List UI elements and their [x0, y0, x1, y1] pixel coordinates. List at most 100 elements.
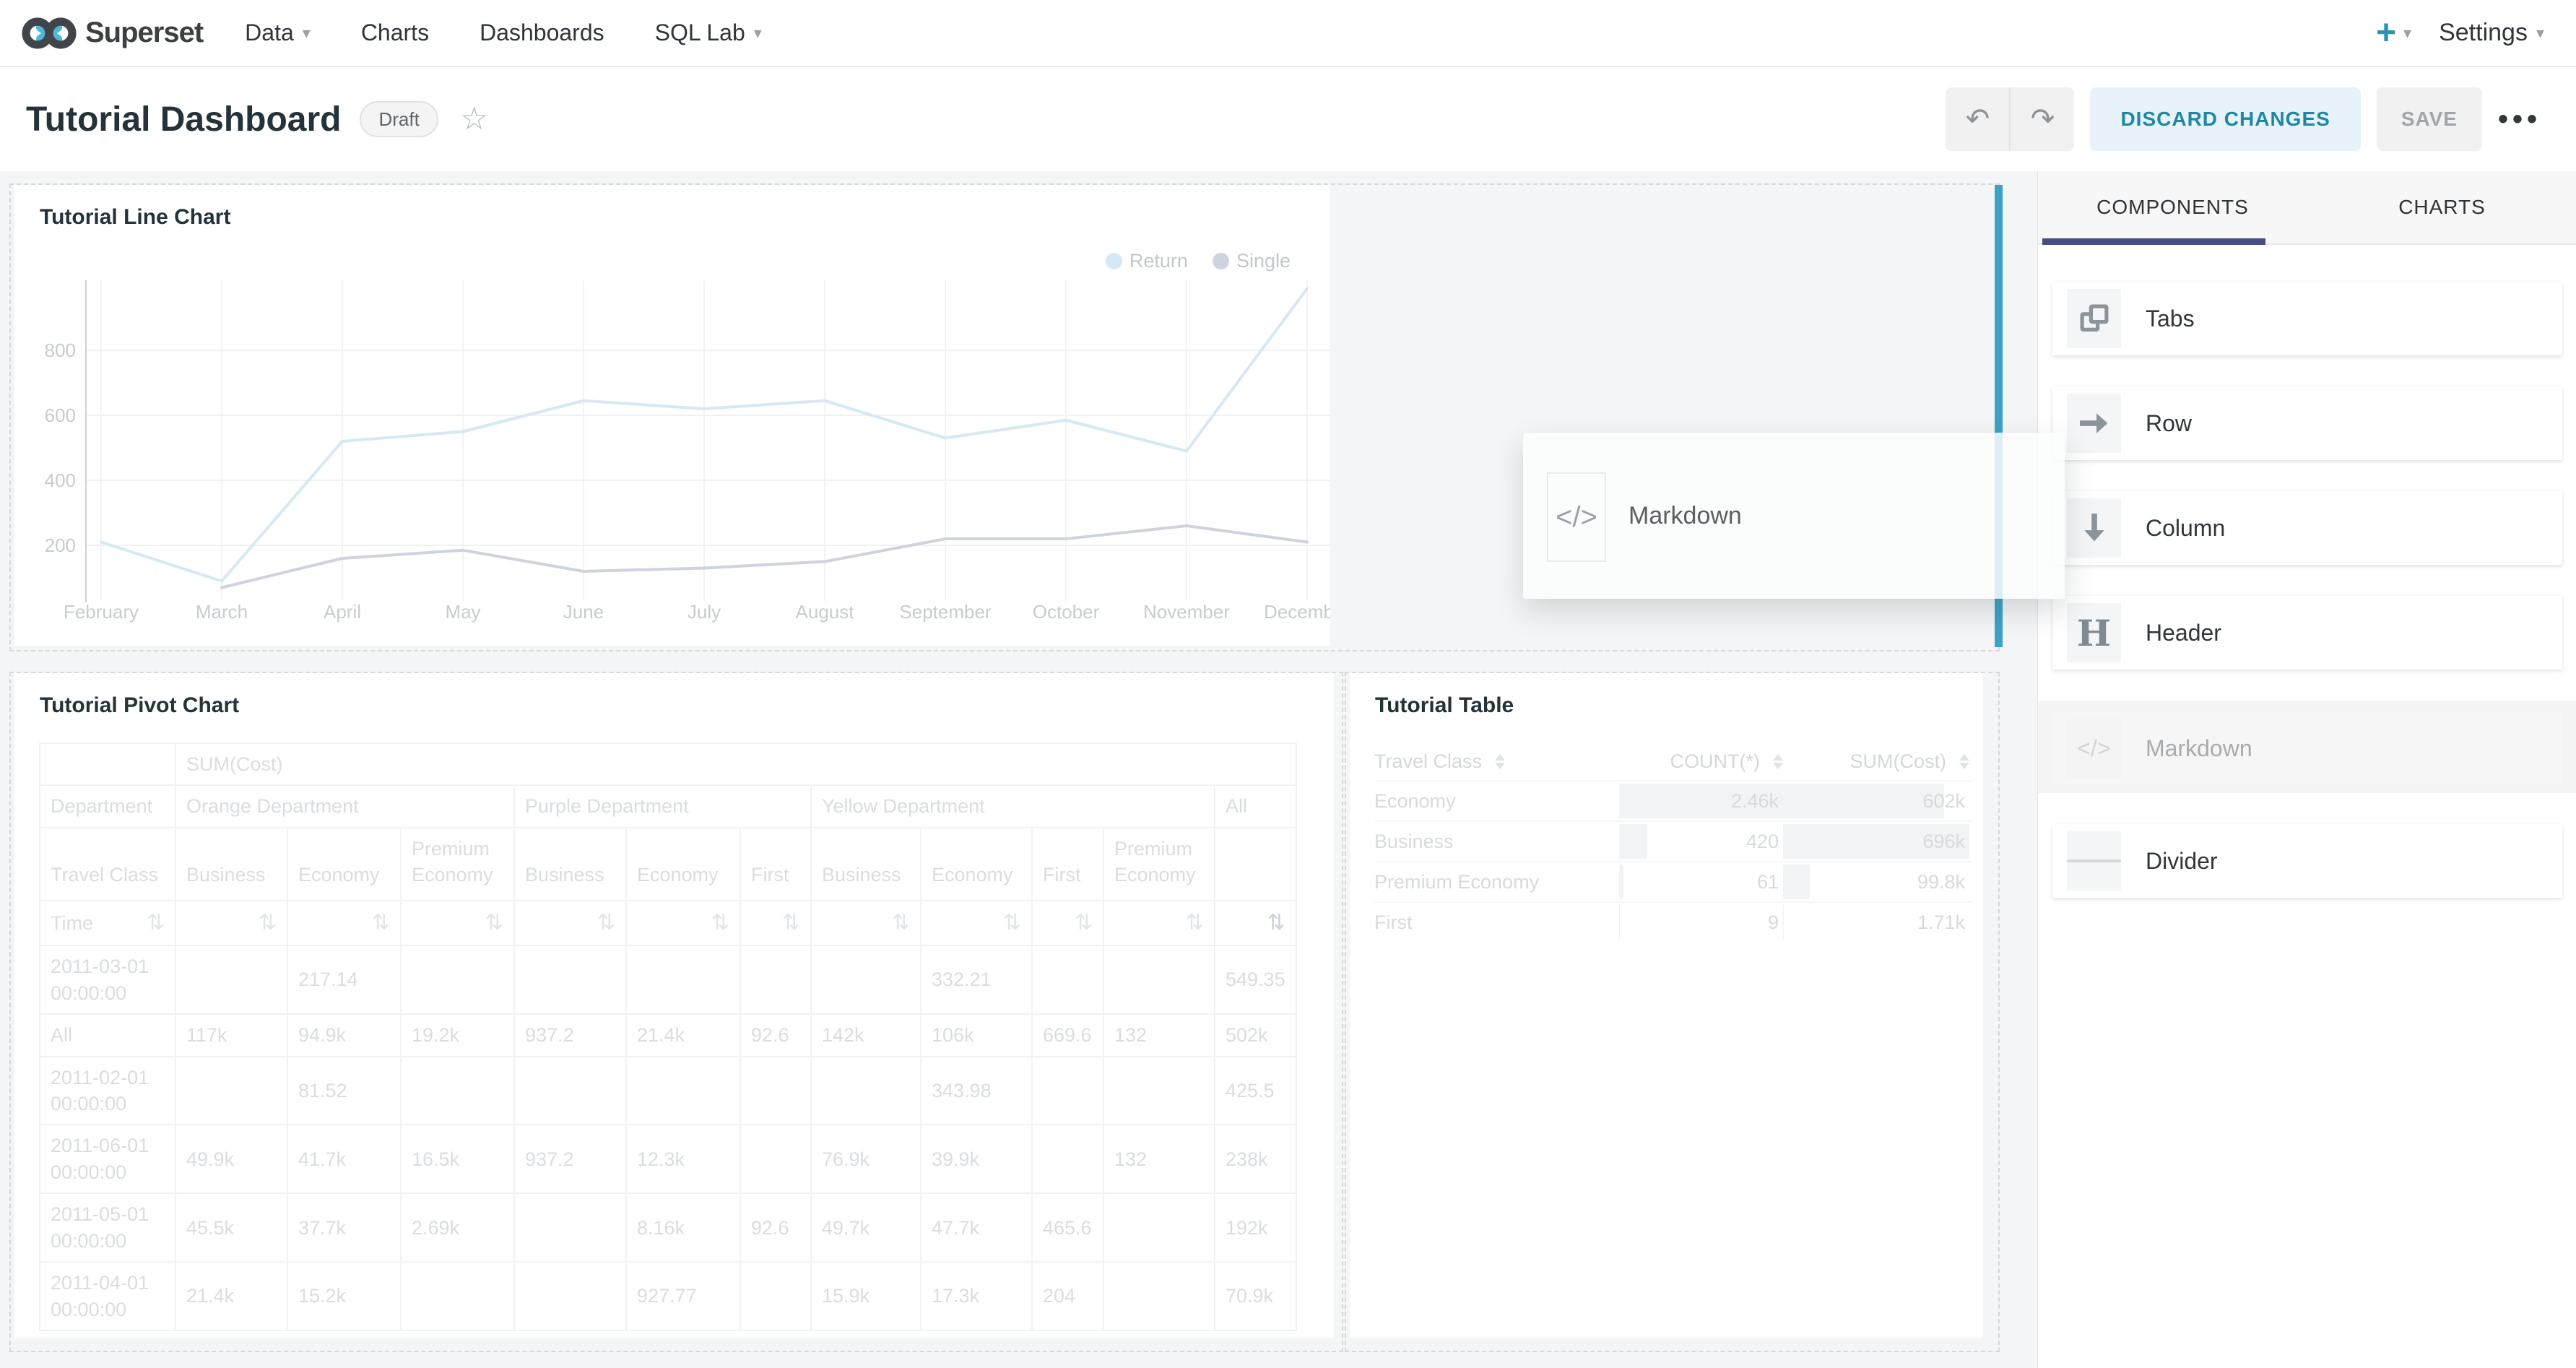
pivot-value-cell: 937.2 — [514, 1014, 626, 1056]
y-axis-label: 200 — [45, 534, 76, 556]
column-header-label: SUM(Cost) — [1850, 750, 1951, 773]
cell-value: First — [1374, 912, 1416, 934]
pivot-group-header: Purple Department — [514, 785, 811, 827]
sort-icon[interactable] — [1773, 754, 1783, 769]
sort-icon[interactable] — [1959, 754, 1969, 769]
pivot-value-cell — [514, 1262, 626, 1330]
nav-item-dashboards[interactable]: Dashboards — [480, 20, 604, 46]
x-axis-label: November — [1143, 601, 1230, 623]
pivot-value-cell: 94.9k — [287, 1014, 401, 1056]
pivot-column-header: Premium Economy — [1103, 828, 1215, 901]
column-icon — [2067, 498, 2121, 558]
sort-icon[interactable]: ⇅ — [1032, 901, 1103, 946]
pivot-value-cell: 49.9k — [175, 1125, 287, 1193]
data-table: Travel ClassCOUNT(*)SUM(Cost)Economy2.46… — [1374, 743, 1972, 942]
pivot-value-cell — [401, 1262, 514, 1330]
pivot-time-value: 2011-03-01 00:00:00 — [40, 945, 175, 1014]
redo-button[interactable]: ↷ — [2011, 87, 2074, 151]
pivot-value-cell — [626, 1057, 740, 1125]
superset-logo[interactable]: Superset — [22, 16, 203, 51]
top-navbar: Superset Data▾ChartsDashboardsSQL Lab▾ +… — [0, 0, 2576, 67]
pivot-metric-header: SUM(Cost) — [175, 743, 1296, 785]
pivot-chart-card[interactable]: Tutorial Pivot Chart SUM(Cost)Department… — [14, 673, 1334, 1338]
sort-icon[interactable]: ⇅ — [921, 901, 1032, 946]
sidebar-draggable-divider[interactable]: Divider — [2052, 824, 2562, 898]
pivot-value-cell — [401, 1057, 514, 1125]
tab-components[interactable]: COMPONENTS — [2038, 171, 2307, 243]
chevron-down-icon: ▾ — [2403, 25, 2411, 41]
undo-redo-group: ↶ ↷ — [1946, 87, 2074, 151]
nav-item-charts[interactable]: Charts — [361, 20, 429, 46]
pivot-value-cell: 669.6 — [1032, 1014, 1103, 1056]
cell-value: Business — [1374, 831, 1458, 853]
sort-icon[interactable]: ⇅ — [287, 901, 401, 946]
divider-icon — [2067, 831, 2121, 891]
pivot-value-cell: 132 — [1103, 1125, 1215, 1193]
save-button[interactable]: SAVE — [2377, 87, 2482, 151]
sort-icon[interactable]: ⇅ — [514, 901, 626, 946]
new-item-button[interactable]: + ▾ — [2376, 16, 2411, 51]
pivot-time-value: All — [40, 1014, 175, 1056]
sort-icon[interactable]: ⇅ — [1103, 901, 1215, 946]
sidebar-item-label: Tabs — [2146, 306, 2195, 332]
sort-icon[interactable]: ⇅ — [626, 901, 740, 946]
pivot-time-label: Time — [51, 910, 93, 936]
column-header[interactable]: COUNT(*) — [1619, 743, 1783, 780]
favorite-star-icon[interactable]: ☆ — [460, 103, 488, 135]
table-row: 2011-05-01 00:00:0045.5k37.7k2.69k8.16k9… — [40, 1193, 1296, 1262]
brand-text: Superset — [85, 17, 203, 49]
table-row: 2011-06-01 00:00:0049.9k41.7k16.5k937.21… — [40, 1125, 1296, 1193]
nav-item-sql-lab[interactable]: SQL Lab▾ — [655, 20, 762, 46]
sort-icon[interactable]: ⇅ — [811, 901, 921, 946]
pivot-value-cell: 142k — [811, 1014, 921, 1056]
page-title[interactable]: Tutorial Dashboard — [26, 100, 341, 139]
sidebar-draggable-row[interactable]: Row — [2052, 386, 2562, 460]
column-header-label: COUNT(*) — [1670, 750, 1764, 773]
x-axis-label: April — [324, 601, 361, 623]
table-row: 2011-02-01 00:00:0081.52343.98425.5 — [40, 1057, 1296, 1125]
sort-icon[interactable]: ⇅ — [740, 901, 811, 946]
markdown-icon: </> — [1547, 472, 1606, 562]
sidebar-draggable-tabs[interactable]: Tabs — [2052, 282, 2562, 355]
pivot-value-cell: 549.35 — [1215, 945, 1296, 1014]
pivot-value-cell — [740, 945, 811, 1014]
table-chart-card[interactable]: Tutorial Table Travel ClassCOUNT(*)SUM(C… — [1350, 673, 1983, 1338]
pivot-value-cell: 92.6 — [740, 1014, 811, 1056]
sort-icon[interactable]: ⇅ — [401, 901, 514, 946]
pivot-column-header: First — [1032, 828, 1103, 901]
pivot-time-value: 2011-04-01 00:00:00 — [40, 1262, 175, 1330]
sidebar-item-tabs: Tabs — [2038, 282, 2576, 355]
tab-charts[interactable]: CHARTS — [2307, 171, 2576, 243]
nav-item-label: SQL Lab — [655, 20, 745, 46]
discard-changes-button[interactable]: DISCARD CHANGES — [2090, 87, 2360, 151]
x-axis-label: August — [796, 601, 855, 623]
markdown-icon: </> — [2067, 719, 2121, 778]
pivot-value-cell: 17.3k — [921, 1262, 1032, 1330]
status-badge: Draft — [360, 101, 438, 137]
sort-icon[interactable]: ⇅ — [147, 909, 165, 938]
sort-icon[interactable]: ⇅ — [1215, 901, 1296, 946]
sort-icon[interactable]: ⇅ — [175, 901, 287, 946]
undo-button[interactable]: ↶ — [1946, 87, 2011, 151]
pivot-time-header[interactable]: Time ⇅ — [40, 901, 175, 946]
pivot-column-header: Economy — [287, 828, 401, 901]
sort-icon[interactable] — [1495, 754, 1505, 769]
column-header[interactable]: SUM(Cost) — [1783, 743, 1969, 780]
line-chart-card[interactable]: Tutorial Line Chart ReturnSingle Februar… — [14, 185, 1330, 646]
sidebar-draggable-header[interactable]: HHeader — [2052, 596, 2562, 670]
markdown-drag-ghost[interactable]: </> Markdown — [1523, 433, 2065, 599]
sidebar-draggable-column[interactable]: Column — [2052, 491, 2562, 565]
x-axis-label: May — [445, 601, 480, 623]
column-header[interactable]: Travel Class — [1374, 743, 1619, 780]
pivot-value-cell: 425.5 — [1215, 1057, 1296, 1125]
nav-item-data[interactable]: Data▾ — [245, 20, 311, 46]
sidebar-item-label: Header — [2146, 620, 2221, 646]
sidebar-item-column: Column — [2038, 491, 2576, 565]
series-line-single — [222, 526, 1307, 588]
pivot-value-cell: 92.6 — [740, 1193, 811, 1262]
more-options-icon[interactable]: ••• — [2498, 103, 2541, 136]
sidebar-draggable-markdown[interactable]: </>Markdown — [2052, 711, 2562, 785]
chevron-down-icon: ▾ — [2536, 24, 2544, 43]
pivot-value-cell — [740, 1057, 811, 1125]
settings-menu[interactable]: Settings ▾ — [2439, 19, 2544, 47]
